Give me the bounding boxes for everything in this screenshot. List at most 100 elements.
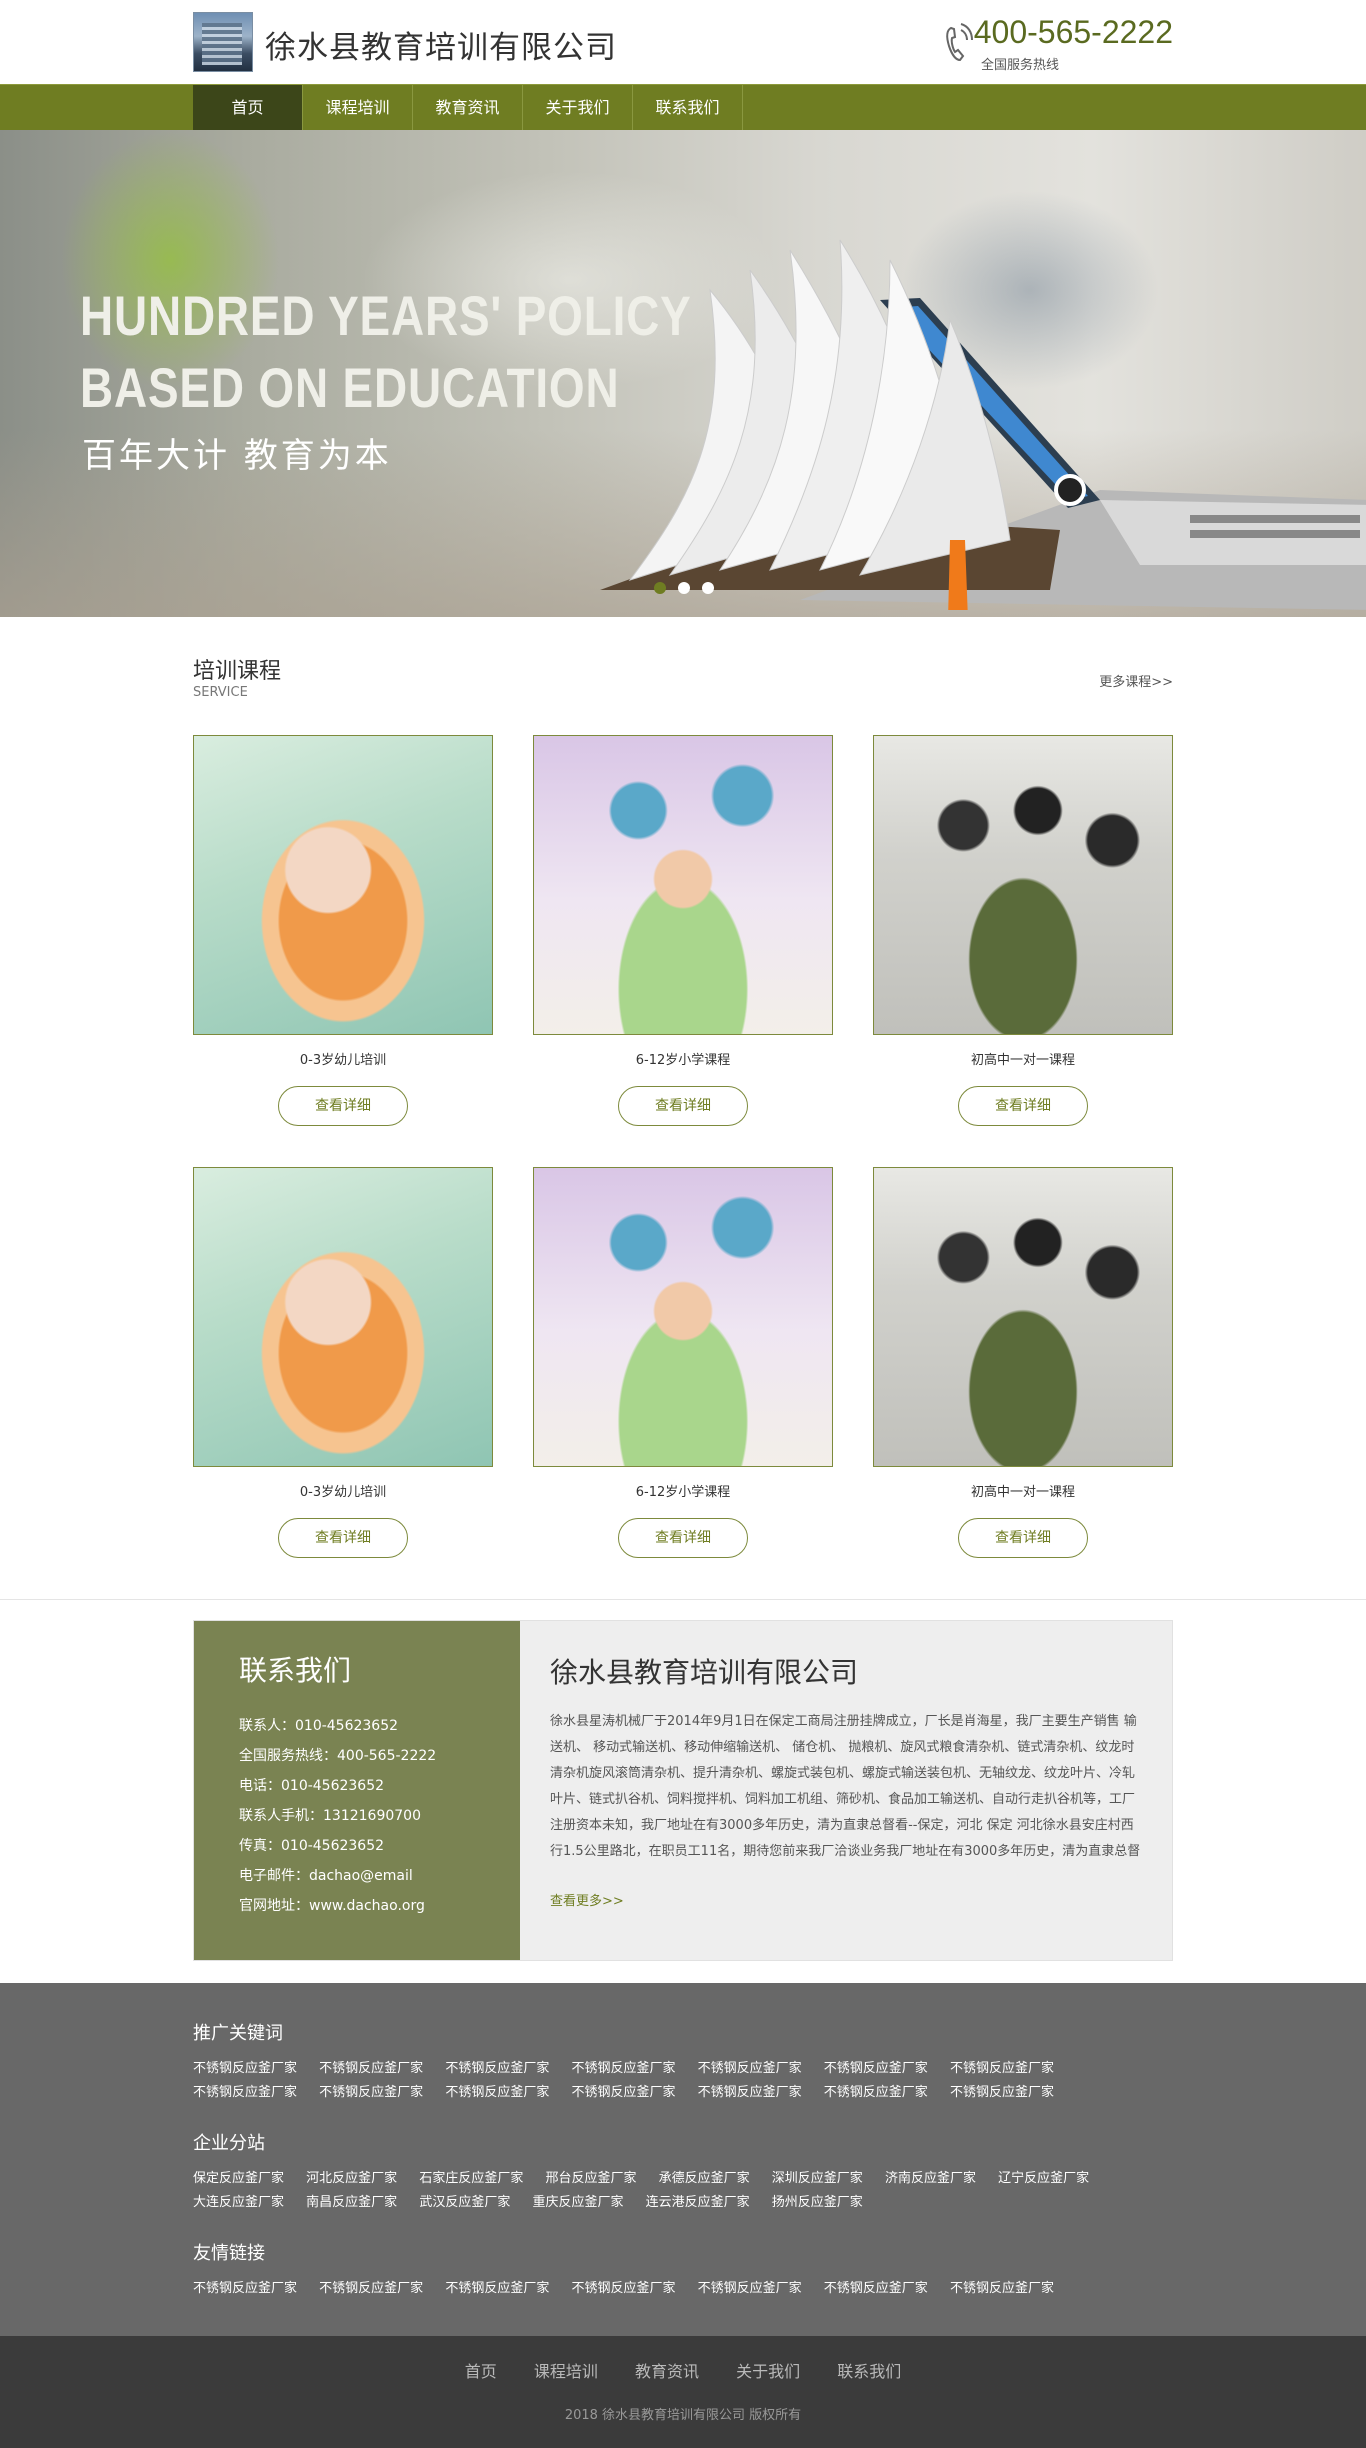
branch-link[interactable]: 大连反应釜厂家	[193, 2195, 284, 2210]
book-laptop-illustration	[600, 239, 1366, 610]
contact-section: 联系我们 联系人：010-45623652 全国服务热线：400-565-222…	[193, 1600, 1173, 1983]
friend-link[interactable]: 不锈钢反应釜厂家	[571, 2281, 675, 2296]
footer-nav: 首页 课程培训 教育资讯 关于我们 联系我们	[0, 2358, 1366, 2382]
keyword-link[interactable]: 不锈钢反应釜厂家	[571, 2085, 675, 2100]
nav-item-courses[interactable]: 课程培训	[303, 85, 413, 131]
footer-nav-home[interactable]: 首页	[465, 2362, 497, 2381]
branch-link[interactable]: 承德反应釜厂家	[659, 2171, 750, 2186]
branch-link[interactable]: 济南反应釜厂家	[885, 2171, 976, 2186]
branch-link[interactable]: 保定反应釜厂家	[193, 2171, 284, 2186]
nav-item-news[interactable]: 教育资讯	[413, 85, 523, 131]
keyword-link[interactable]: 不锈钢反应釜厂家	[698, 2061, 802, 2076]
contact-website[interactable]: 官网地址：www.dachao.org	[239, 1891, 520, 1921]
course-card: 0-3岁幼儿培训 查看详细	[193, 1167, 493, 1599]
course-card: 6-12岁小学课程 查看详细	[533, 1167, 833, 1599]
footer-nav-contact[interactable]: 联系我们	[837, 2362, 901, 2381]
course-image-lab[interactable]	[873, 1167, 1173, 1467]
contact-line: 电话：010-45623652	[239, 1778, 385, 1794]
section-title: 培训课程	[193, 659, 282, 684]
site-title[interactable]: 徐水县教育培训有限公司	[265, 22, 617, 67]
logo-building-image[interactable]	[193, 12, 253, 72]
keyword-link[interactable]: 不锈钢反应釜厂家	[193, 2061, 297, 2076]
keywords-title: 推广关键词	[193, 2023, 283, 2044]
hotline-number: 400-565-2222	[973, 14, 1173, 50]
branch-link[interactable]: 重庆反应釜厂家	[532, 2195, 623, 2210]
course-caption[interactable]: 0-3岁幼儿培训	[193, 1049, 493, 1069]
friend-link[interactable]: 不锈钢反应釜厂家	[193, 2281, 297, 2296]
slider-dot-2[interactable]	[678, 582, 690, 594]
branch-link[interactable]: 扬州反应釜厂家	[772, 2195, 863, 2210]
view-details-button[interactable]: 查看详细	[278, 1518, 408, 1558]
branches-title: 企业分站	[193, 2133, 265, 2154]
keywords-list: 不锈钢反应釜厂家 不锈钢反应釜厂家 不锈钢反应釜厂家 不锈钢反应釜厂家 不锈钢反…	[193, 2057, 1173, 2105]
view-details-button[interactable]: 查看详细	[618, 1518, 748, 1558]
nav-item-contact[interactable]: 联系我们	[633, 85, 743, 131]
main-nav: 首页 课程培训 教育资讯 关于我们 联系我们	[0, 84, 1366, 131]
branch-link[interactable]: 武汉反应釜厂家	[419, 2195, 510, 2210]
hero-banner: HUNDRED YEARS' POLICY BASED ON EDUCATION…	[0, 130, 1366, 617]
course-caption[interactable]: 初高中一对一课程	[873, 1481, 1173, 1501]
course-image-baby[interactable]	[193, 735, 493, 1035]
keyword-link[interactable]: 不锈钢反应釜厂家	[950, 2061, 1054, 2076]
company-intro-panel: 徐水县教育培训有限公司 徐水县星涛机械厂于2014年9月1日在保定工商局注册挂牌…	[520, 1621, 1172, 1960]
nav-item-about[interactable]: 关于我们	[523, 85, 633, 131]
course-image-lab[interactable]	[873, 735, 1173, 1035]
branch-link[interactable]: 深圳反应釜厂家	[772, 2171, 863, 2186]
branch-link[interactable]: 南昌反应釜厂家	[306, 2195, 397, 2210]
keyword-link[interactable]: 不锈钢反应釜厂家	[824, 2085, 928, 2100]
course-caption[interactable]: 0-3岁幼儿培训	[193, 1481, 493, 1501]
read-more-link[interactable]: 查看更多>>	[550, 1890, 624, 1909]
contact-panel: 联系我们 联系人：010-45623652 全国服务热线：400-565-222…	[194, 1621, 520, 1960]
footer-nav-about[interactable]: 关于我们	[736, 2362, 800, 2381]
slider-dot-3[interactable]	[702, 582, 714, 594]
contact-title: 联系我们	[239, 1654, 352, 1687]
site-footer: 首页 课程培训 教育资讯 关于我们 联系我们 2018 徐水县教育培训有限公司 …	[0, 2336, 1366, 2448]
view-details-button[interactable]: 查看详细	[958, 1518, 1088, 1558]
branch-link[interactable]: 连云港反应釜厂家	[646, 2195, 750, 2210]
contact-line: 联系人：010-45623652	[239, 1718, 399, 1734]
friend-link[interactable]: 不锈钢反应釜厂家	[950, 2281, 1054, 2296]
friend-link[interactable]: 不锈钢反应釜厂家	[319, 2281, 423, 2296]
footer-nav-courses[interactable]: 课程培训	[534, 2362, 598, 2381]
course-image-kids[interactable]	[533, 735, 833, 1035]
phone-icon	[946, 23, 973, 62]
course-card: 初高中一对一课程 查看详细	[873, 1167, 1173, 1599]
contact-line: 全国服务热线：400-565-2222	[239, 1748, 437, 1764]
course-caption[interactable]: 初高中一对一课程	[873, 1049, 1173, 1069]
friend-link[interactable]: 不锈钢反应釜厂家	[698, 2281, 802, 2296]
course-caption[interactable]: 6-12岁小学课程	[533, 1049, 833, 1069]
links-section: 推广关键词 不锈钢反应釜厂家 不锈钢反应釜厂家 不锈钢反应釜厂家 不锈钢反应釜厂…	[0, 1983, 1366, 2336]
keyword-link[interactable]: 不锈钢反应釜厂家	[571, 2061, 675, 2076]
keyword-link[interactable]: 不锈钢反应釜厂家	[319, 2061, 423, 2076]
hotline-label: 全国服务热线	[981, 58, 1060, 73]
branch-link[interactable]: 石家庄反应釜厂家	[419, 2171, 523, 2186]
nav-item-home[interactable]: 首页	[193, 85, 303, 131]
section-subtitle: SERVICE	[193, 685, 248, 700]
course-caption[interactable]: 6-12岁小学课程	[533, 1481, 833, 1501]
friend-link[interactable]: 不锈钢反应釜厂家	[445, 2281, 549, 2296]
view-details-button[interactable]: 查看详细	[958, 1086, 1088, 1126]
branch-link[interactable]: 邢台反应釜厂家	[545, 2171, 636, 2186]
keyword-link[interactable]: 不锈钢反应釜厂家	[193, 2085, 297, 2100]
branch-link[interactable]: 河北反应釜厂家	[306, 2171, 397, 2186]
footer-nav-news[interactable]: 教育资讯	[635, 2362, 699, 2381]
friend-link[interactable]: 不锈钢反应釜厂家	[824, 2281, 928, 2296]
branch-link[interactable]: 辽宁反应釜厂家	[998, 2171, 1089, 2186]
friends-list: 不锈钢反应釜厂家 不锈钢反应釜厂家 不锈钢反应釜厂家 不锈钢反应釜厂家 不锈钢反…	[193, 2277, 1173, 2301]
more-courses-link[interactable]: 更多课程>>	[1099, 671, 1173, 690]
contact-email[interactable]: 电子邮件：dachao@email	[239, 1861, 520, 1891]
keyword-link[interactable]: 不锈钢反应釜厂家	[319, 2085, 423, 2100]
keyword-link[interactable]: 不锈钢反应釜厂家	[824, 2061, 928, 2076]
keyword-link[interactable]: 不锈钢反应釜厂家	[445, 2085, 549, 2100]
course-card: 6-12岁小学课程 查看详细	[533, 735, 833, 1167]
friends-title: 友情链接	[193, 2243, 265, 2264]
course-image-kids[interactable]	[533, 1167, 833, 1467]
course-image-baby[interactable]	[193, 1167, 493, 1467]
slider-dot-1[interactable]	[654, 582, 666, 594]
view-details-button[interactable]: 查看详细	[618, 1086, 748, 1126]
banner-chinese-slogan: 百年大计 教育为本	[82, 436, 392, 476]
keyword-link[interactable]: 不锈钢反应釜厂家	[445, 2061, 549, 2076]
view-details-button[interactable]: 查看详细	[278, 1086, 408, 1126]
keyword-link[interactable]: 不锈钢反应釜厂家	[950, 2085, 1054, 2100]
keyword-link[interactable]: 不锈钢反应釜厂家	[698, 2085, 802, 2100]
